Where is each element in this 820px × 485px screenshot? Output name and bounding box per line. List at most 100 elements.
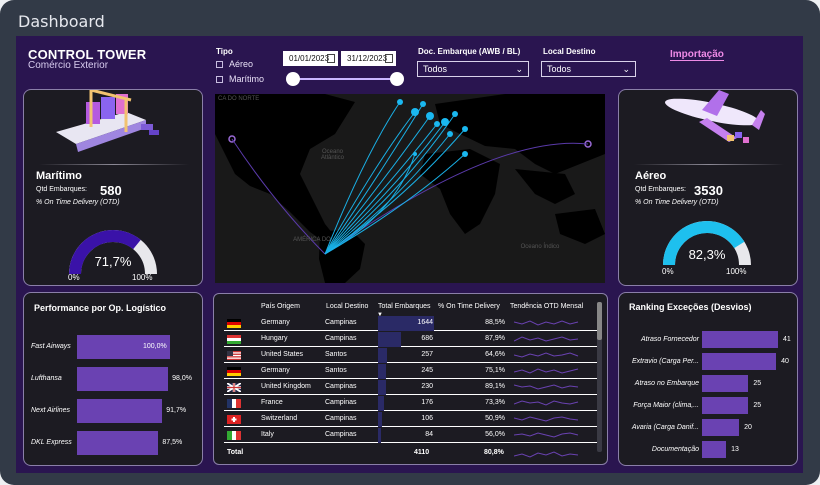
tipo-checkbox-aereo[interactable]: Aéreo [216,59,253,69]
window-title: Dashboard [18,12,105,31]
total-databar [378,364,387,379]
date-range-end-handle[interactable] [390,72,404,86]
checkbox-box[interactable] [216,60,223,68]
table-scrollbar[interactable] [597,302,602,452]
table-row[interactable]: United States Santos 257 64,6% [224,348,597,363]
ranking-bar[interactable] [702,441,727,458]
performance-item-label: Next Airlines [31,407,71,414]
hungary-flag-icon [227,335,241,344]
maritimo-qtd-label: Qtd Embarques: [36,186,87,193]
ranking-title: Ranking Exceções (Desvios) [629,302,752,312]
date-to-input[interactable]: 31/12/2023 [341,51,396,66]
total-databar [378,380,386,395]
cell-otd: 75,1% [485,367,505,374]
origin-marker[interactable] [452,111,458,117]
importacao-link[interactable]: Importação [670,49,724,61]
otd-sparkline [514,336,579,342]
cell-total: 1644 [417,319,433,326]
origin-marker[interactable] [441,118,449,126]
table-row[interactable]: Switzerland Campinas 106 50,9% [224,412,597,427]
checkbox-box[interactable] [216,75,223,83]
cell-destino: Campinas [325,319,357,326]
col-header[interactable]: % On Time Delivery [438,303,500,310]
date-to-value: 31/12/2023 [347,54,388,63]
gauge-min: 0% [68,273,80,282]
cell-destino: Campinas [325,383,357,390]
cell-pais: Italy [261,431,274,438]
ranking-bar[interactable] [702,353,777,370]
ranking-value: 25 [753,380,762,387]
ranking-value: 13 [731,446,739,453]
table-row[interactable]: United Kingdom Campinas 230 89,1% [224,380,597,395]
tipo-checkbox-maritimo[interactable]: Marítimo [216,74,264,84]
cell-otd: 50,9% [485,415,505,422]
dropdown-value: Todos [423,64,448,74]
performance-value: 87,5% [162,439,183,446]
calendar-icon[interactable] [327,54,335,63]
total-databar [378,412,382,427]
table-row[interactable]: France Campinas 176 73,3% [224,396,597,411]
chevron-down-icon: ⌄ [515,64,523,74]
france-flag-icon [227,399,241,408]
cell-total: 257 [421,351,433,358]
origin-marker[interactable] [462,126,468,132]
map-label: Oceano Atlântico [320,149,344,161]
origin-marker[interactable] [434,121,440,127]
cell-pais: United Kingdom [261,383,311,390]
calendar-icon[interactable] [385,54,393,63]
col-header[interactable]: Local Destino [326,303,368,310]
performance-value: 98,0% [172,375,192,382]
date-from-input[interactable]: 01/01/2023 [283,51,338,66]
performance-value: 100,0% [143,343,167,350]
date-range-slider-track[interactable] [293,78,398,80]
ship-illustration-icon [56,90,159,152]
performance-card: Performance por Op. Logístico Fast Airwa… [23,292,203,466]
map-label: AMÉRICA DO [293,237,331,243]
origin-marker[interactable] [411,108,419,116]
ranking-bar[interactable] [702,375,749,392]
cell-pais: United States [261,351,304,358]
col-header[interactable]: Tendência OTD Mensal [510,303,583,310]
doc-embarque-dropdown[interactable]: Todos ⌄ [417,61,529,77]
performance-value: 91,7% [166,407,187,414]
ranking-item-label: Atraso no Embarque [634,380,699,387]
col-header[interactable]: Total Embarques [378,303,431,310]
scrollbar-thumb[interactable] [597,302,602,340]
dropdown-value: Todos [547,64,572,74]
performance-bar[interactable] [77,399,163,423]
table-row[interactable]: Hungary Campinas 686 87,9% [224,332,597,347]
ranking-bar[interactable] [702,419,740,436]
performance-item-label: Fast Airways [31,343,71,350]
cell-otd: 56,0% [485,431,505,438]
col-header[interactable]: País Origem [261,303,300,310]
date-range-start-handle[interactable] [286,72,300,86]
origin-marker[interactable] [462,151,468,157]
total-databar [378,348,387,363]
aereo-title: Aéreo [635,170,667,182]
shipments-map[interactable]: CA DO NORTE Oceano Atlântico AMÉRICA DO … [215,94,605,283]
cell-pais: France [261,399,283,406]
origin-marker[interactable] [413,152,417,156]
table-row[interactable]: Germany Campinas 1644 88,5% [224,316,597,331]
ranking-value: 25 [753,402,762,409]
table-row[interactable]: Germany Santos 245 75,1% [224,364,597,379]
germany-flag-icon [227,319,241,328]
table-row[interactable]: Italy Campinas 84 56,0% [224,428,597,443]
maritimo-otd-label: % On Time Delivery (OTD) [36,199,120,206]
cell-pais: Hungary [261,335,288,342]
local-destino-dropdown[interactable]: Todos ⌄ [541,61,636,77]
cell-destino: Campinas [325,399,357,406]
ranking-card: Ranking Exceções (Desvios) Atraso Fornec… [618,292,798,466]
origin-marker[interactable] [397,99,403,105]
performance-bar[interactable] [77,367,169,391]
total-databar [378,428,381,443]
dashboard-window: Dashboard CONTROL TOWER Comércio Exterio… [0,0,820,485]
otd-sparkline [514,400,579,406]
performance-bar[interactable] [77,431,159,455]
origin-marker[interactable] [447,131,453,137]
origin-marker[interactable] [426,112,434,120]
origin-marker[interactable] [420,101,426,107]
gauge-max: 100% [726,267,747,276]
ranking-bar[interactable] [702,331,778,348]
ranking-bar[interactable] [702,397,749,414]
